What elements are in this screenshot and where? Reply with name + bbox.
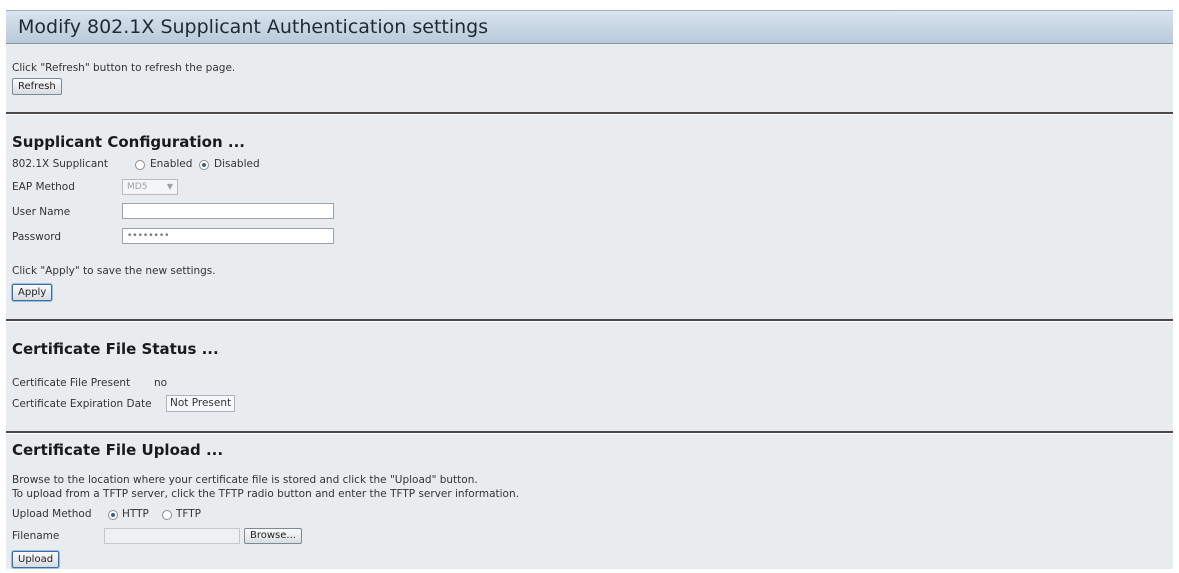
page: Modify 802.1X Supplicant Authentication … [0,0,1179,573]
upload-method-label: Upload Method [12,508,92,520]
cert-present-label: Certificate File Present [12,377,131,389]
enabled-label: Enabled [150,158,193,170]
password-label: Password [12,231,62,243]
eap-method-label: EAP Method [12,181,75,193]
refresh-button[interactable]: Refresh [12,78,62,95]
section-divider [6,431,1173,433]
cert-upload-heading: Certificate File Upload ... [12,441,224,459]
section-divider [6,112,1173,114]
refresh-hint: Click "Refresh" button to refresh the pa… [12,62,236,74]
page-title: Modify 802.1X Supplicant Authentication … [6,10,1173,44]
cert-expiration-label: Certificate Expiration Date [12,398,152,410]
enabled-radio[interactable] [135,160,145,170]
filename-input[interactable] [104,528,240,544]
supplicant-label: 802.1X Supplicant [12,158,109,170]
cert-present-value: no [154,377,168,389]
http-radio[interactable] [108,510,118,520]
eap-method-value: MD5 [127,182,148,192]
upload-button[interactable]: Upload [12,551,60,568]
tftp-radio[interactable] [162,510,172,520]
filename-label: Filename [12,530,60,542]
tftp-label: TFTP [176,508,202,520]
username-label: User Name [12,206,71,218]
cert-status-panel [6,322,1173,432]
username-input[interactable] [122,203,334,219]
password-input[interactable]: •••••••• [122,228,334,244]
refresh-panel [6,44,1173,113]
disabled-label: Disabled [214,158,260,170]
http-label: HTTP [122,508,149,520]
apply-hint: Click "Apply" to save the new settings. [12,265,216,277]
upload-hint-line1: Browse to the location where your certif… [12,474,478,486]
section-divider [6,319,1173,321]
apply-button[interactable]: Apply [12,284,53,301]
browse-button[interactable]: Browse... [244,528,302,544]
chevron-down-icon: ▼ [166,182,173,191]
supplicant-heading: Supplicant Configuration ... [12,133,245,151]
cert-expiration-value: Not Present [166,395,236,412]
eap-method-select[interactable]: MD5 ▼ [122,179,178,195]
cert-status-heading: Certificate File Status ... [12,340,219,358]
upload-hint-line2: To upload from a TFTP server, click the … [12,488,519,500]
disabled-radio[interactable] [199,160,209,170]
